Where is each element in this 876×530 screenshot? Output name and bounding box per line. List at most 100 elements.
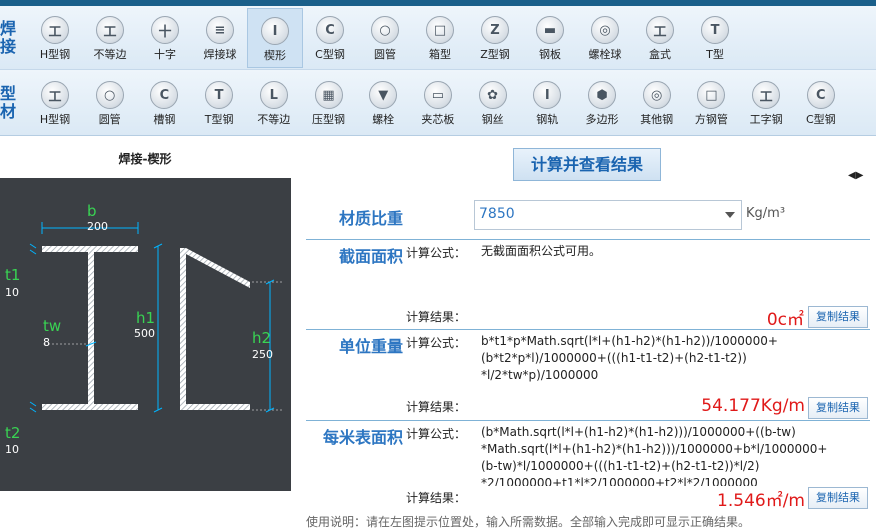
weld-box-shape-label: 盒式 [649, 48, 671, 61]
profile-rail-icon: I [533, 81, 562, 109]
t2-name: t2 [5, 424, 21, 442]
weld-cross-label: 十字 [154, 48, 176, 61]
weld-round-tube-button[interactable]: ○ 圆管 [357, 8, 413, 68]
surface-result: 1.546㎡/m [717, 491, 805, 511]
toolbar-scroll-arrows[interactable]: ◀▶ [848, 170, 863, 181]
profile-i-beam-button[interactable]: 工工字钢 [738, 73, 794, 133]
scroll-right-icon[interactable]: ▶ [856, 170, 864, 181]
divider-3 [306, 420, 870, 421]
profile-deck-plate-label: 压型钢 [312, 113, 345, 126]
profile-c-steel-button[interactable]: C C型钢 [793, 73, 849, 133]
h1-name: h1 [136, 309, 156, 327]
material-density-select[interactable]: 7850 [474, 200, 742, 230]
area-copy-button[interactable]: 复制结果 [808, 306, 868, 328]
weld-round-tube-icon: ○ [371, 16, 399, 44]
surface-formula: (b*Math.sqrt(l*l+(h1-h2)*(h1-h2)))/10000… [481, 424, 871, 486]
profile-other-button[interactable]: ◎ 其他钢 [629, 73, 685, 133]
profile-rail-label: 钢轨 [536, 113, 559, 126]
h2-name: h2 [252, 329, 272, 347]
profile-steel-wire-button[interactable]: ✿ 钢丝 [465, 73, 521, 133]
wedge-top-flange [180, 248, 250, 288]
t2-value[interactable]: 10 [5, 443, 19, 456]
profile-rail-button[interactable]: I 钢轨 [519, 73, 575, 133]
b-value[interactable]: 200 [87, 220, 108, 233]
weld-toolbar: 焊接 工 H型钢工不等边十十字 ≡ 焊接球 I 楔形 C C型钢 ○ 圆管 □ 箱型 Z Z型钢 ▬ 钢板 ◎ 螺… [0, 6, 876, 70]
weld-c-steel-label: C型钢 [315, 48, 345, 61]
weld-round-tube-label: 圆管 [374, 48, 396, 61]
bottom-flange [42, 404, 138, 410]
profile-square-tube-button[interactable]: □ 方钢管 [683, 73, 739, 133]
surface-result-label: 计算结果： [406, 491, 467, 505]
density-unit: Kg/m³ [746, 206, 786, 221]
profile-steel-wire-label: 钢丝 [481, 113, 504, 126]
calculate-button[interactable]: 计算并查看结果 [513, 148, 661, 181]
weld-unequal-angle-icon: 工 [96, 16, 124, 44]
section-diagram: b 200 t1 10 tw 8 h1 500 h2 250 t2 10 [0, 178, 291, 491]
weld-t-shape-button[interactable]: T T型 [687, 8, 743, 68]
profile-channel-button[interactable]: C 槽钢 [136, 73, 192, 133]
weld-steel-plate-label: 钢板 [539, 48, 561, 61]
formula-line: (b-tw)*l/1000000+(((h1-t1-t2)+(h2-t1-t2)… [481, 459, 760, 473]
weld-ball-button[interactable]: ≡ 焊接球 [192, 8, 248, 68]
weld-box-shape-icon: 工 [646, 16, 674, 44]
weld-wedge-button[interactable]: I 楔形 [247, 8, 303, 68]
profile-square-tube-label: 方钢管 [694, 113, 728, 126]
profile-sandwich-panel-button[interactable]: ▭ 夹芯板 [410, 73, 466, 133]
weld-z-steel-button[interactable]: Z Z型钢 [467, 8, 523, 68]
web [88, 252, 94, 404]
divider-1 [306, 239, 870, 240]
chevron-down-icon[interactable] [725, 212, 735, 218]
surface-copy-button[interactable]: 复制结果 [808, 487, 868, 509]
unit-weight-result-label: 计算结果： [406, 400, 467, 414]
top-flange [42, 246, 138, 252]
weld-h-steel-icon: 工 [41, 16, 69, 44]
weld-c-steel-button[interactable]: C C型钢 [302, 8, 358, 68]
profile-h-steel-button[interactable]: 工 H型钢 [27, 73, 83, 133]
profile-round-tube-button[interactable]: ○ 圆管 [82, 73, 138, 133]
material-density-value: 7850 [479, 206, 515, 222]
formula-line: *Math.sqrt(l*l+(h1-h2)*(h1-h2)))/1000000… [481, 442, 828, 456]
unit-weight-result: 54.177Kg/m [701, 396, 805, 416]
weld-bolt-ball-button[interactable]: ◎ 螺栓球 [577, 8, 633, 68]
profile-bar-label: 型材 [0, 83, 17, 121]
diagram-title: 焊接-楔形 [118, 152, 172, 166]
weld-box-icon: □ [426, 16, 454, 44]
weld-steel-plate-button[interactable]: ▬ 钢板 [522, 8, 578, 68]
tw-value[interactable]: 8 [43, 336, 50, 349]
weld-box-button[interactable]: □ 箱型 [412, 8, 468, 68]
profile-t-steel-button[interactable]: T T型钢 [191, 73, 247, 133]
area-label: 截面面积 [338, 247, 403, 266]
weld-h-steel-button[interactable]: 工 H型钢 [27, 8, 83, 68]
profile-unequal-angle-button[interactable]: L 不等边 [246, 73, 302, 133]
profile-c-steel-icon: C [806, 81, 835, 109]
weld-box-shape-button[interactable]: 工盒式 [632, 8, 688, 68]
profile-bolt-icon: ▼ [369, 81, 398, 109]
profile-toolbar: 型材 工 H型钢 ○ 圆管 C 槽钢 T T型钢 L 不等边 ▦ 压型钢 ▼ 螺栓 ▭ 夹芯板 ✿ 钢丝 I 钢轨 ⬢ 多… [0, 70, 876, 181]
weld-wedge-label: 楔形 [264, 49, 286, 62]
tw-name: tw [43, 317, 62, 335]
weld-c-steel-icon: C [316, 16, 344, 44]
t1-value[interactable]: 10 [5, 286, 19, 299]
unit-weight-copy-button[interactable]: 复制结果 [808, 397, 868, 419]
profile-other-label: 其他钢 [640, 113, 674, 126]
weld-t-shape-label: T型 [706, 48, 724, 61]
h1-value[interactable]: 500 [134, 327, 155, 340]
profile-polygon-button[interactable]: ⬢ 多边形 [574, 73, 630, 133]
profile-steel-wire-icon: ✿ [478, 81, 507, 109]
weld-steel-plate-icon: ▬ [536, 16, 564, 44]
h2-value[interactable]: 250 [252, 348, 273, 361]
weld-t-shape-icon: T [701, 16, 729, 44]
weld-unequal-angle-button[interactable]: 工不等边 [82, 8, 138, 68]
profile-deck-plate-button[interactable]: ▦ 压型钢 [301, 73, 357, 133]
surface-area-label: 每米表面积 [322, 428, 403, 447]
profile-other-icon: ◎ [642, 81, 671, 109]
profile-bolt-button[interactable]: ▼ 螺栓 [355, 73, 411, 133]
weld-z-steel-icon: Z [481, 16, 509, 44]
profile-polygon-label: 多边形 [585, 113, 619, 126]
weld-bar-label: 焊接 [0, 18, 17, 56]
profile-unequal-angle-label: 不等边 [257, 113, 291, 126]
weld-cross-button[interactable]: 十十字 [137, 8, 193, 68]
weld-unequal-angle-label: 不等边 [93, 48, 127, 61]
b-name: b [87, 202, 97, 220]
scroll-left-icon[interactable]: ◀ [848, 170, 856, 181]
